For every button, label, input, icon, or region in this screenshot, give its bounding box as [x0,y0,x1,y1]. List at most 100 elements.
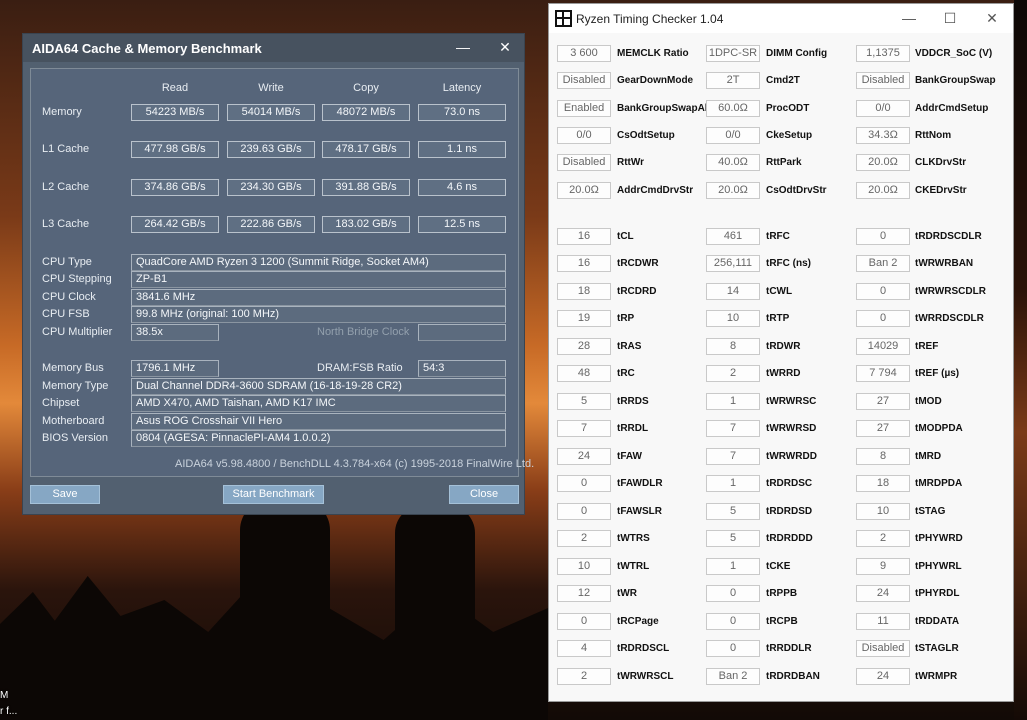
geardownmode-label: GearDownMode [617,75,694,86]
memory-latency-value: 73.0 ns [418,104,506,121]
addrcmddrvstr-label: AddrCmdDrvStr [617,185,694,196]
memory-read-value: 54223 MB/s [131,104,219,121]
app-logo-icon [555,10,572,27]
memory-type-label: Memory Type [42,380,109,392]
clkdrvstr-value: 20.0Ω [856,154,910,171]
trdrdsd-label: tRDRDSD [766,506,813,517]
trrds-label: tRRDS [617,396,649,407]
vddcr-soc-v-value: 1,1375 [856,45,910,62]
rttpark-label: RttPark [766,157,802,168]
tmodpda-label: tMODPDA [915,423,963,434]
cmd2t-value: 2T [706,72,760,89]
trddata-label: tRDDATA [915,616,960,627]
tstaglr-label: tSTAGLR [915,643,959,654]
l2-read-value: 374.86 GB/s [131,179,219,196]
column-header-read: Read [161,82,189,94]
twrwrsd-label: tWRWRSD [766,423,817,434]
tphyrdl-value: 24 [856,585,910,602]
l1-copy-value: 478.17 GB/s [322,141,410,158]
tmrdpda-value: 18 [856,475,910,492]
tcwl-value: 14 [706,283,760,300]
twrwrban-label: tWRWRBAN [915,258,974,269]
cpu-type-value: QuadCore AMD Ryzen 3 1200 (Summit Ridge,… [131,254,506,271]
tstag-label: tSTAG [915,506,946,517]
minimize-icon[interactable]: — [898,10,920,28]
memory-write-value: 54014 MB/s [227,104,315,121]
start-benchmark-button[interactable]: Start Benchmark [223,485,324,504]
aida64-titlebar[interactable]: AIDA64 Cache & Memory Benchmark [23,34,524,62]
trcdrd-label: tRCDRD [617,286,657,297]
row-label-l3: L3 Cache [42,218,90,230]
trrdl-value: 7 [557,420,611,437]
desktop-icon-label-1[interactable]: M [0,690,8,701]
trdrdban-value: Ban 2 [706,668,760,685]
tmrdpda-label: tMRDPDA [915,478,963,489]
bankgroupswap-value: Disabled [856,72,910,89]
tmodpda-value: 27 [856,420,910,437]
maximize-icon[interactable]: ☐ [939,10,961,28]
l1-read-value: 477.98 GB/s [131,141,219,158]
minimize-icon[interactable]: — [451,38,475,58]
trdrdscl-label: tRDRDSCL [617,643,670,654]
rttnom-label: RttNom [915,130,952,141]
geardownmode-value: Disabled [557,72,611,89]
l1-latency-value: 1.1 ns [418,141,506,158]
twrrdscdlr-value: 0 [856,310,910,327]
l3-latency-value: 12.5 ns [418,216,506,233]
background-silhouette-figure-2 [395,505,475,720]
trdwr-label: tRDWR [766,341,801,352]
tmrd-label: tMRD [915,451,942,462]
trppb-value: 0 [706,585,760,602]
rttwr-label: RttWr [617,157,645,168]
background-silhouette-figure [240,500,330,720]
tras-value: 28 [557,338,611,355]
l3-read-value: 264.42 GB/s [131,216,219,233]
memory-bus-value: 1796.1 MHz [131,360,219,377]
bankgroupswapalt-value: Enabled [557,100,611,117]
trdwr-value: 8 [706,338,760,355]
trrddlr-value: 0 [706,640,760,657]
twtrs-value: 2 [557,530,611,547]
memory-type-value: Dual Channel DDR4-3600 SDRAM (16-18-19-2… [131,378,506,395]
trdrddd-label: tRDRDDD [766,533,813,544]
column-header-copy: Copy [353,82,379,94]
close-button[interactable]: Close [449,485,519,504]
trcdwr-label: tRCDWR [617,258,659,269]
twrwrban-value: Ban 2 [856,255,910,272]
tref-s-value: 7 794 [856,365,910,382]
twr-value: 12 [557,585,611,602]
desktop-icon-label-2[interactable]: r f... [0,706,17,717]
trrddlr-label: tRRDDLR [766,643,812,654]
tphyrdl-label: tPHYRDL [915,588,960,599]
aida64-footer-copyright: AIDA64 v5.98.4800 / BenchDLL 4.3.784-x64… [175,458,535,470]
twrwrsc-label: tWRWRSC [766,396,817,407]
north-bridge-clock-value [418,324,506,341]
dimm-config-label: DIMM Config [766,48,828,59]
l2-latency-value: 4.6 ns [418,179,506,196]
trtp-label: tRTP [766,313,790,324]
close-icon[interactable]: ✕ [981,10,1003,28]
ckesetup-value: 0/0 [706,127,760,144]
cmd2t-label: Cmd2T [766,75,800,86]
memory-bus-label: Memory Bus [42,362,104,374]
memclk-ratio-label: MEMCLK Ratio [617,48,689,59]
aida64-title: AIDA64 Cache & Memory Benchmark [32,41,262,56]
rtc-titlebar[interactable]: Ryzen Timing Checker 1.04 — ☐ ✕ [549,4,1013,33]
chipset-label: Chipset [42,397,80,409]
twrwrscl-label: tWRWRSCL [617,671,674,682]
motherboard-label: Motherboard [42,415,105,427]
tcke-value: 1 [706,558,760,575]
vddcr-soc-v-label: VDDCR_SoC (V) [915,48,993,59]
tref-value: 14029 [856,338,910,355]
cpu-fsb-value: 99.8 MHz (original: 100 MHz) [131,306,506,323]
trtp-value: 10 [706,310,760,327]
close-icon[interactable]: ✕ [493,38,517,58]
trdrdscdlr-value: 0 [856,228,910,245]
tphywrd-value: 2 [856,530,910,547]
l3-write-value: 222.86 GB/s [227,216,315,233]
motherboard-value: Asus ROG Crosshair VII Hero [131,413,506,430]
bankgroupswapalt-label: BankGroupSwapAlt [617,103,711,114]
procodt-value: 60.0Ω [706,100,760,117]
save-button[interactable]: Save [30,485,100,504]
row-label-l2: L2 Cache [42,181,90,193]
